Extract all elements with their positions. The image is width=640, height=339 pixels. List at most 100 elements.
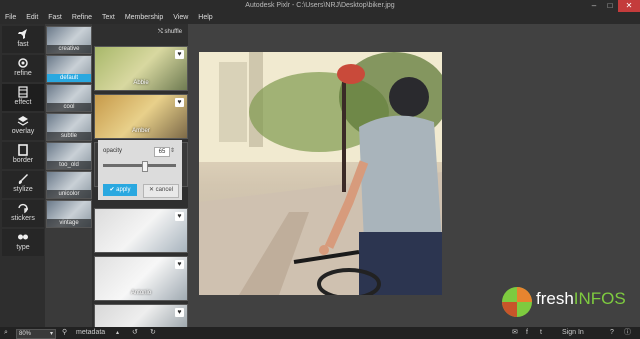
- window-title: Autodesk Pixlr - C:\Users\NRJ\Desktop\bi…: [245, 2, 395, 9]
- zoom-value: 80%: [19, 331, 32, 337]
- undo-icon[interactable]: ↺: [132, 327, 138, 339]
- zoom-icon[interactable]: ⌕: [4, 327, 8, 339]
- menu-fast[interactable]: Fast: [48, 14, 62, 21]
- tool-label: fast: [17, 41, 29, 48]
- menu-bar: File Edit Fast Refine Text Membership Vi…: [0, 12, 640, 24]
- help-icon[interactable]: ?: [610, 327, 614, 339]
- menu-refine[interactable]: Refine: [72, 14, 92, 21]
- watermark-logo: freshINFOS: [500, 283, 640, 323]
- cancel-button[interactable]: ✕ cancel: [143, 184, 179, 198]
- tool-refine[interactable]: refine: [2, 55, 44, 82]
- shuffle-icon: ⤭: [158, 29, 163, 35]
- category-item-too-old[interactable]: too_old: [46, 142, 92, 170]
- apply-label: apply: [116, 187, 131, 193]
- tool-label: refine: [14, 70, 32, 77]
- tool-stickers[interactable]: stickers: [2, 200, 44, 227]
- status-bar: ⌕ 80% ▾ ⚲ metadata ▴ ↺ ↻ ✉ f t Sign In ?…: [0, 327, 640, 339]
- effect-label: Amber: [132, 128, 150, 134]
- border-icon: [18, 144, 28, 156]
- cancel-label: cancel: [155, 187, 174, 193]
- check-icon: ✔: [109, 187, 115, 193]
- tool-fast[interactable]: fast: [2, 26, 44, 53]
- title-bar: Autodesk Pixlr - C:\Users\NRJ\Desktop\bi…: [0, 0, 640, 12]
- effect-abbie[interactable]: ♥ Abbie: [94, 46, 188, 91]
- sign-in-link[interactable]: Sign In: [562, 327, 584, 339]
- rocket-icon: [18, 29, 27, 39]
- opacity-slider-handle[interactable]: [142, 161, 148, 172]
- category-label: unicolor: [47, 190, 91, 198]
- tool-border[interactable]: border: [2, 142, 44, 169]
- effect-label: Abbie: [133, 80, 149, 86]
- opacity-popup: opacity 65 ⇕ ✔ apply ✕ cancel: [98, 140, 182, 200]
- menu-file[interactable]: File: [5, 14, 16, 21]
- menu-membership[interactable]: Membership: [125, 14, 164, 21]
- chevron-up-icon[interactable]: ▴: [116, 327, 119, 339]
- window-controls: – □ ✕: [586, 0, 640, 12]
- facebook-icon[interactable]: f: [526, 327, 528, 339]
- refine-icon: [18, 58, 28, 68]
- tool-stylize[interactable]: stylize: [2, 171, 44, 198]
- category-item-default[interactable]: default: [46, 55, 92, 83]
- opacity-label: opacity: [103, 148, 123, 154]
- close-icon[interactable]: ✕: [618, 0, 640, 12]
- favorite-heart-icon[interactable]: ♥: [175, 308, 184, 317]
- effect-label: Antonio: [130, 290, 152, 296]
- tool-type[interactable]: type: [2, 229, 44, 256]
- menu-view[interactable]: View: [173, 14, 188, 21]
- tool-label: stickers: [11, 215, 35, 222]
- effect-item[interactable]: ♥: [94, 208, 188, 253]
- sticker-icon: [18, 203, 28, 214]
- tool-label: type: [16, 244, 30, 251]
- menu-help[interactable]: Help: [198, 14, 212, 21]
- redo-icon[interactable]: ↻: [150, 327, 156, 339]
- opacity-slider-track[interactable]: [103, 164, 176, 167]
- twitter-icon[interactable]: t: [540, 327, 542, 339]
- brush-icon: [18, 174, 28, 184]
- close-icon: ✕: [148, 187, 154, 193]
- effect-antonio[interactable]: ♥ Antonio: [94, 256, 188, 301]
- menu-edit[interactable]: Edit: [26, 14, 38, 21]
- category-label: creative: [47, 45, 91, 53]
- category-label: vintage: [47, 219, 91, 227]
- photo-canvas[interactable]: [199, 52, 442, 295]
- category-item-creative[interactable]: creative: [46, 26, 92, 54]
- favorite-heart-icon[interactable]: ♥: [175, 212, 184, 221]
- watermark-text: freshINFOS: [536, 289, 626, 308]
- email-icon[interactable]: ✉: [512, 327, 518, 339]
- tool-label: overlay: [11, 128, 35, 135]
- apply-button[interactable]: ✔ apply: [103, 184, 137, 196]
- favorite-heart-icon[interactable]: ♥: [175, 260, 184, 269]
- layers-icon: [17, 116, 29, 126]
- category-item-vintage[interactable]: vintage: [46, 200, 92, 228]
- shuffle-label: shuffle: [164, 29, 183, 35]
- category-label: too_old: [47, 161, 91, 169]
- favorite-heart-icon[interactable]: ♥: [175, 98, 184, 107]
- watermark-globe-icon: [502, 287, 532, 317]
- effect-amber[interactable]: ♥ Amber: [94, 94, 188, 139]
- category-label: default: [47, 74, 91, 82]
- opacity-input[interactable]: 65: [154, 147, 170, 157]
- tool-effect[interactable]: effect: [2, 84, 44, 111]
- tool-label: effect: [14, 99, 32, 106]
- favorite-heart-icon[interactable]: ♥: [175, 50, 184, 59]
- shuffle-button[interactable]: ⤭ shuffle: [158, 29, 182, 36]
- opacity-spinner-icon[interactable]: ⇕: [170, 147, 175, 154]
- tool-overlay[interactable]: overlay: [2, 113, 44, 140]
- category-label: subtle: [47, 132, 91, 140]
- quote-icon: [18, 234, 28, 240]
- tool-label: border: [12, 157, 34, 164]
- maximize-icon[interactable]: □: [602, 0, 618, 12]
- film-icon: [18, 86, 28, 98]
- metadata-label[interactable]: metadata: [76, 327, 105, 339]
- info-icon[interactable]: ⓘ: [624, 327, 631, 339]
- category-list: creative default cool subtle too_old uni…: [46, 24, 92, 232]
- zoom-select[interactable]: 80% ▾: [16, 329, 56, 339]
- category-item-cool[interactable]: cool: [46, 84, 92, 112]
- minimize-icon[interactable]: –: [586, 0, 602, 12]
- effect-item[interactable]: ♥: [94, 304, 188, 328]
- category-item-unicolor[interactable]: unicolor: [46, 171, 92, 199]
- category-item-subtle[interactable]: subtle: [46, 113, 92, 141]
- tool-label: stylize: [13, 186, 33, 193]
- menu-text[interactable]: Text: [102, 14, 115, 21]
- tag-icon[interactable]: ⚲: [62, 327, 67, 339]
